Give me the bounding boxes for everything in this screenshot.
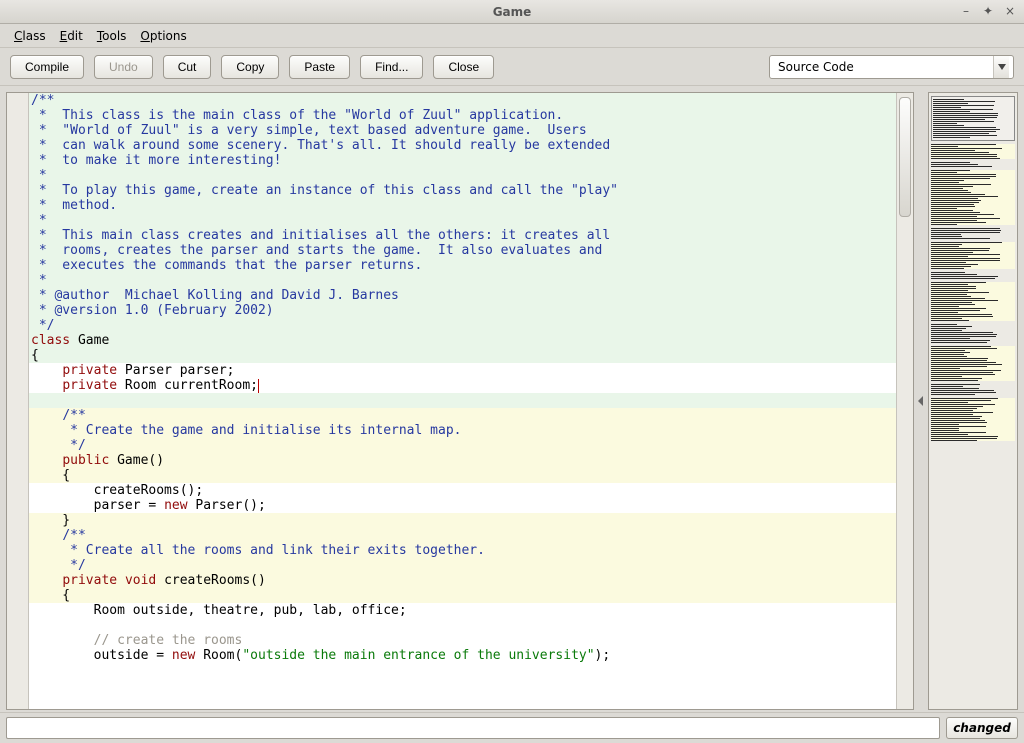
code-line[interactable]: * @version 1.0 (February 2002)	[29, 303, 896, 318]
code-line[interactable]: * This class is the main class of the "W…	[29, 108, 896, 123]
maximize-icon[interactable]: ✦	[980, 4, 996, 20]
code-line[interactable]: public Game()	[29, 453, 896, 468]
copy-button[interactable]: Copy	[221, 55, 279, 79]
cut-button[interactable]: Cut	[163, 55, 212, 79]
code-line[interactable]: */	[29, 558, 896, 573]
undo-button[interactable]: Undo	[94, 55, 153, 79]
code-line[interactable]: /**	[29, 93, 896, 108]
menu-tools[interactable]: Tools	[91, 27, 133, 45]
statusbar: changed	[0, 713, 1024, 743]
editor-frame: /** * This class is the main class of th…	[6, 92, 914, 710]
code-line[interactable]: createRooms();	[29, 483, 896, 498]
menu-edit[interactable]: Edit	[54, 27, 89, 45]
code-line[interactable]: * rooms, creates the parser and starts t…	[29, 243, 896, 258]
code-line[interactable]: * @author Michael Kolling and David J. B…	[29, 288, 896, 303]
code-line[interactable]: {	[29, 348, 896, 363]
code-line[interactable]: parser = new Parser();	[29, 498, 896, 513]
chevron-down-icon	[993, 56, 1009, 78]
code-line[interactable]: outside = new Room("outside the main ent…	[29, 648, 896, 663]
menu-options[interactable]: Options	[134, 27, 192, 45]
window-titlebar: Game – ✦ ×	[0, 0, 1024, 24]
find-button[interactable]: Find...	[360, 55, 423, 79]
code-line[interactable]: * Create the game and initialise its int…	[29, 423, 896, 438]
menubar: Class Edit Tools Options	[0, 24, 1024, 48]
code-line[interactable]: {	[29, 588, 896, 603]
code-line[interactable]: // create the rooms	[29, 633, 896, 648]
code-line[interactable]: * can walk around some scenery. That's a…	[29, 138, 896, 153]
dropdown-label: Source Code	[778, 60, 854, 74]
code-line[interactable]: {	[29, 468, 896, 483]
code-line[interactable]: *	[29, 213, 896, 228]
close-window-icon[interactable]: ×	[1002, 4, 1018, 20]
code-line[interactable]: }	[29, 513, 896, 528]
close-button[interactable]: Close	[433, 55, 494, 79]
code-line[interactable]: * executes the commands that the parser …	[29, 258, 896, 273]
code-line[interactable]: /**	[29, 528, 896, 543]
menu-class[interactable]: Class	[8, 27, 52, 45]
code-line[interactable]: *	[29, 168, 896, 183]
code-line[interactable]: class Game	[29, 333, 896, 348]
window-title: Game	[493, 5, 532, 19]
code-line[interactable]: Room outside, theatre, pub, lab, office;	[29, 603, 896, 618]
vertical-scrollbar[interactable]	[896, 93, 913, 709]
code-line[interactable]	[29, 618, 896, 633]
code-line[interactable]: private Parser parser;	[29, 363, 896, 378]
code-line[interactable]	[29, 393, 896, 408]
minimize-icon[interactable]: –	[958, 4, 974, 20]
code-line[interactable]: *	[29, 273, 896, 288]
code-line[interactable]: /**	[29, 408, 896, 423]
splitter-handle[interactable]	[918, 92, 924, 710]
code-line[interactable]: * to make it more interesting!	[29, 153, 896, 168]
code-line[interactable]: * To play this game, create an instance …	[29, 183, 896, 198]
code-minimap[interactable]	[928, 92, 1018, 710]
status-message	[6, 717, 940, 739]
toolbar: Compile Undo Cut Copy Paste Find... Clos…	[0, 48, 1024, 86]
code-line[interactable]: * "World of Zuul" is a very simple, text…	[29, 123, 896, 138]
code-line[interactable]: private void createRooms()	[29, 573, 896, 588]
code-line[interactable]: private Room currentRoom;	[29, 378, 896, 393]
paste-button[interactable]: Paste	[289, 55, 350, 79]
scrollbar-thumb[interactable]	[899, 97, 911, 217]
code-line[interactable]: * Create all the rooms and link their ex…	[29, 543, 896, 558]
code-line[interactable]: * This main class creates and initialise…	[29, 228, 896, 243]
view-mode-dropdown[interactable]: Source Code	[769, 55, 1014, 79]
status-changed-indicator: changed	[946, 717, 1018, 739]
breakpoint-gutter[interactable]	[7, 93, 29, 709]
code-line[interactable]: */	[29, 318, 896, 333]
code-line[interactable]: * method.	[29, 198, 896, 213]
source-editor[interactable]: /** * This class is the main class of th…	[29, 93, 896, 709]
compile-button[interactable]: Compile	[10, 55, 84, 79]
code-line[interactable]: */	[29, 438, 896, 453]
text-cursor	[258, 379, 259, 393]
